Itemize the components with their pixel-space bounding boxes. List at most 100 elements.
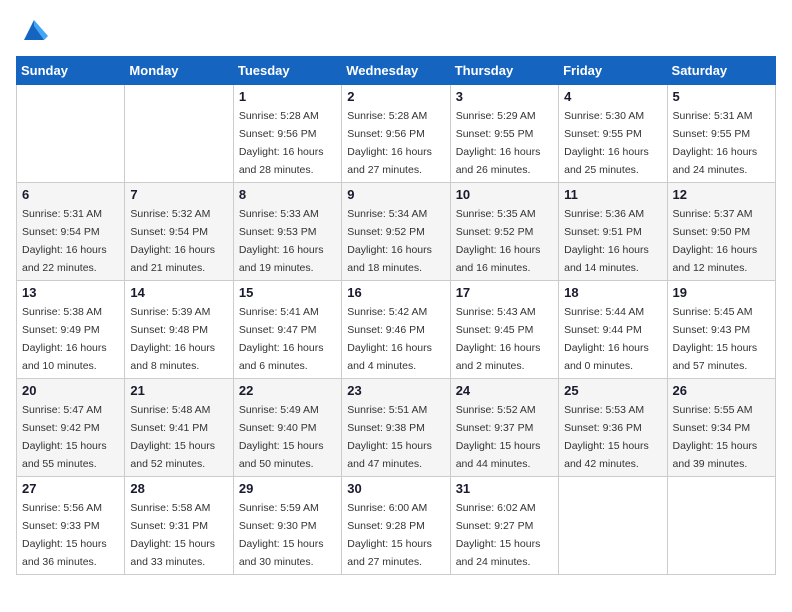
calendar-cell: 9Sunrise: 5:34 AMSunset: 9:52 PMDaylight…	[342, 183, 450, 281]
calendar-cell: 8Sunrise: 5:33 AMSunset: 9:53 PMDaylight…	[233, 183, 341, 281]
calendar-cell: 11Sunrise: 5:36 AMSunset: 9:51 PMDayligh…	[559, 183, 667, 281]
page-header	[16, 16, 776, 44]
day-info: Sunrise: 5:28 AMSunset: 9:56 PMDaylight:…	[239, 110, 324, 176]
day-number: 17	[456, 285, 553, 300]
calendar-cell: 14 Sunrise: 5:39 AMSunset: 9:48 PMDayligh…	[125, 281, 233, 379]
day-info: Sunrise: 5:41 AMSunset: 9:47 PMDaylight:…	[239, 306, 324, 372]
calendar-cell	[125, 85, 233, 183]
day-number: 26	[673, 383, 770, 398]
day-number: 23	[347, 383, 444, 398]
calendar-cell: 24 Sunrise: 5:52 AMSunset: 9:37 PMDayligh…	[450, 379, 558, 477]
day-number: 21	[130, 383, 227, 398]
calendar-cell: 31Sunrise: 6:02 AMSunset: 9:27 PMDayligh…	[450, 477, 558, 575]
day-info: Sunrise: 5:45 AMSunset: 9:43 PMDaylight:…	[673, 306, 758, 372]
calendar-cell: 21 Sunrise: 5:48 AMSunset: 9:41 PMDayligh…	[125, 379, 233, 477]
weekday-header-tuesday: Tuesday	[233, 57, 341, 85]
day-info: Sunrise: 5:52 AMSunset: 9:37 PMDaylight:…	[456, 404, 541, 470]
day-info: Sunrise: 5:39 AMSunset: 9:48 PMDaylight:…	[130, 306, 215, 372]
day-number: 15	[239, 285, 336, 300]
calendar-cell: 28 Sunrise: 5:58 AMSunset: 9:31 PMDayligh…	[125, 477, 233, 575]
day-info: Sunrise: 5:32 AMSunset: 9:54 PMDaylight:…	[130, 208, 215, 274]
calendar-cell: 18 Sunrise: 5:44 AMSunset: 9:44 PMDayligh…	[559, 281, 667, 379]
day-number: 14	[130, 285, 227, 300]
day-info: Sunrise: 5:51 AMSunset: 9:38 PMDaylight:…	[347, 404, 432, 470]
calendar-cell: 30 Sunrise: 6:00 AMSunset: 9:28 PMDayligh…	[342, 477, 450, 575]
weekday-header-wednesday: Wednesday	[342, 57, 450, 85]
day-info: Sunrise: 5:48 AMSunset: 9:41 PMDaylight:…	[130, 404, 215, 470]
calendar-cell: 29 Sunrise: 5:59 AMSunset: 9:30 PMDayligh…	[233, 477, 341, 575]
day-number: 1	[239, 89, 336, 104]
day-info: Sunrise: 5:56 AMSunset: 9:33 PMDaylight:…	[22, 502, 107, 568]
calendar-cell: 22 Sunrise: 5:49 AMSunset: 9:40 PMDayligh…	[233, 379, 341, 477]
calendar-cell	[559, 477, 667, 575]
weekday-header-row: SundayMondayTuesdayWednesdayThursdayFrid…	[17, 57, 776, 85]
day-info: Sunrise: 5:42 AMSunset: 9:46 PMDaylight:…	[347, 306, 432, 372]
calendar-cell: 4Sunrise: 5:30 AMSunset: 9:55 PMDaylight…	[559, 85, 667, 183]
day-number: 27	[22, 481, 119, 496]
day-number: 10	[456, 187, 553, 202]
day-info: Sunrise: 5:30 AMSunset: 9:55 PMDaylight:…	[564, 110, 649, 176]
calendar-cell: 26 Sunrise: 5:55 AMSunset: 9:34 PMDayligh…	[667, 379, 775, 477]
day-info: Sunrise: 5:55 AMSunset: 9:34 PMDaylight:…	[673, 404, 758, 470]
day-number: 30	[347, 481, 444, 496]
day-info: Sunrise: 5:44 AMSunset: 9:44 PMDaylight:…	[564, 306, 649, 372]
calendar-week-1: 1 Sunrise: 5:28 AMSunset: 9:56 PMDaylight…	[17, 85, 776, 183]
day-number: 5	[673, 89, 770, 104]
day-info: Sunrise: 5:59 AMSunset: 9:30 PMDaylight:…	[239, 502, 324, 568]
day-info: Sunrise: 5:33 AMSunset: 9:53 PMDaylight:…	[239, 208, 324, 274]
day-number: 25	[564, 383, 661, 398]
calendar-cell: 15 Sunrise: 5:41 AMSunset: 9:47 PMDayligh…	[233, 281, 341, 379]
day-info: Sunrise: 5:36 AMSunset: 9:51 PMDaylight:…	[564, 208, 649, 274]
calendar-cell: 23 Sunrise: 5:51 AMSunset: 9:38 PMDayligh…	[342, 379, 450, 477]
day-number: 29	[239, 481, 336, 496]
day-number: 18	[564, 285, 661, 300]
calendar-week-4: 20Sunrise: 5:47 AMSunset: 9:42 PMDayligh…	[17, 379, 776, 477]
day-number: 6	[22, 187, 119, 202]
day-info: Sunrise: 6:00 AMSunset: 9:28 PMDaylight:…	[347, 502, 432, 568]
day-info: Sunrise: 6:02 AMSunset: 9:27 PMDaylight:…	[456, 502, 541, 568]
calendar-cell: 7 Sunrise: 5:32 AMSunset: 9:54 PMDaylight…	[125, 183, 233, 281]
calendar-cell	[17, 85, 125, 183]
calendar-cell: 16 Sunrise: 5:42 AMSunset: 9:46 PMDayligh…	[342, 281, 450, 379]
day-number: 7	[130, 187, 227, 202]
day-info: Sunrise: 5:37 AMSunset: 9:50 PMDaylight:…	[673, 208, 758, 274]
calendar-week-3: 13 Sunrise: 5:38 AMSunset: 9:49 PMDayligh…	[17, 281, 776, 379]
day-info: Sunrise: 5:38 AMSunset: 9:49 PMDaylight:…	[22, 306, 107, 372]
day-info: Sunrise: 5:53 AMSunset: 9:36 PMDaylight:…	[564, 404, 649, 470]
day-number: 16	[347, 285, 444, 300]
calendar-week-5: 27 Sunrise: 5:56 AMSunset: 9:33 PMDayligh…	[17, 477, 776, 575]
calendar-cell: 1 Sunrise: 5:28 AMSunset: 9:56 PMDaylight…	[233, 85, 341, 183]
calendar-cell: 19 Sunrise: 5:45 AMSunset: 9:43 PMDayligh…	[667, 281, 775, 379]
day-number: 22	[239, 383, 336, 398]
calendar-cell: 25 Sunrise: 5:53 AMSunset: 9:36 PMDayligh…	[559, 379, 667, 477]
day-number: 24	[456, 383, 553, 398]
calendar-cell: 2Sunrise: 5:28 AMSunset: 9:56 PMDaylight…	[342, 85, 450, 183]
day-info: Sunrise: 5:58 AMSunset: 9:31 PMDaylight:…	[130, 502, 215, 568]
calendar-cell: 12 Sunrise: 5:37 AMSunset: 9:50 PMDayligh…	[667, 183, 775, 281]
day-info: Sunrise: 5:31 AMSunset: 9:55 PMDaylight:…	[673, 110, 758, 176]
weekday-header-friday: Friday	[559, 57, 667, 85]
day-info: Sunrise: 5:31 AMSunset: 9:54 PMDaylight:…	[22, 208, 107, 274]
weekday-header-thursday: Thursday	[450, 57, 558, 85]
weekday-header-monday: Monday	[125, 57, 233, 85]
calendar-table: SundayMondayTuesdayWednesdayThursdayFrid…	[16, 56, 776, 575]
calendar-cell: 6 Sunrise: 5:31 AMSunset: 9:54 PMDaylight…	[17, 183, 125, 281]
calendar-cell: 3Sunrise: 5:29 AMSunset: 9:55 PMDaylight…	[450, 85, 558, 183]
weekday-header-saturday: Saturday	[667, 57, 775, 85]
calendar-cell: 20Sunrise: 5:47 AMSunset: 9:42 PMDayligh…	[17, 379, 125, 477]
day-number: 13	[22, 285, 119, 300]
logo-icon	[20, 16, 48, 44]
day-number: 9	[347, 187, 444, 202]
day-number: 20	[22, 383, 119, 398]
day-number: 12	[673, 187, 770, 202]
calendar-week-2: 6 Sunrise: 5:31 AMSunset: 9:54 PMDaylight…	[17, 183, 776, 281]
calendar-cell: 17 Sunrise: 5:43 AMSunset: 9:45 PMDayligh…	[450, 281, 558, 379]
day-info: Sunrise: 5:43 AMSunset: 9:45 PMDaylight:…	[456, 306, 541, 372]
calendar-cell	[667, 477, 775, 575]
day-info: Sunrise: 5:29 AMSunset: 9:55 PMDaylight:…	[456, 110, 541, 176]
day-number: 19	[673, 285, 770, 300]
day-info: Sunrise: 5:35 AMSunset: 9:52 PMDaylight:…	[456, 208, 541, 274]
day-number: 28	[130, 481, 227, 496]
weekday-header-sunday: Sunday	[17, 57, 125, 85]
day-info: Sunrise: 5:49 AMSunset: 9:40 PMDaylight:…	[239, 404, 324, 470]
